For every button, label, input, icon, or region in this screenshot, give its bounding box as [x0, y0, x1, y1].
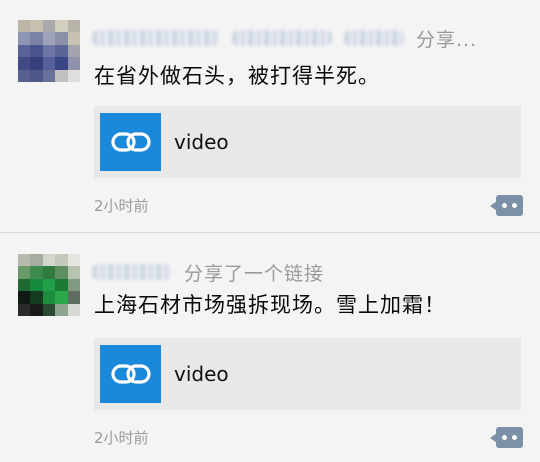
avatar-pixel — [55, 32, 68, 45]
avatar-pixel — [55, 20, 68, 33]
avatar-pixel — [18, 69, 31, 82]
avatar-pixel — [67, 266, 80, 279]
avatar-pixel — [67, 291, 80, 304]
link-icon — [100, 113, 161, 171]
comment-button[interactable] — [490, 195, 523, 216]
link-icon — [100, 345, 161, 403]
avatar-pixel — [30, 266, 43, 279]
avatar-pixel — [67, 57, 80, 70]
post-header: 分享... — [92, 22, 477, 54]
link-title: video — [174, 362, 229, 386]
link-title: video — [174, 130, 229, 154]
avatar-pixel — [42, 291, 56, 304]
avatar-pixel — [42, 57, 56, 70]
post-timestamp: 2小时前 — [94, 429, 149, 447]
avatar-pixel — [30, 278, 43, 292]
avatar-pixel — [18, 254, 31, 267]
author-name-blurred[interactable] — [92, 30, 220, 46]
share-label: 分享... — [416, 28, 478, 51]
avatar[interactable] — [18, 20, 80, 82]
avatar-pixel — [30, 291, 43, 304]
avatar-pixel — [55, 303, 68, 316]
avatar-pixel — [55, 254, 68, 267]
author-name-blurred — [232, 30, 332, 46]
moments-feed: 分享... 在省外做石头，被打得半死。 video 2小时前 分享了一个链接 上… — [0, 0, 540, 462]
avatar-pixel — [55, 266, 68, 279]
post-divider — [0, 232, 540, 233]
avatar-pixel — [30, 254, 43, 267]
feed-post: 分享了一个链接 上海石材市场强拆现场。雪上加霜！ video 2小时前 — [0, 234, 540, 462]
avatar-pixel — [55, 57, 68, 70]
avatar-pixel — [42, 278, 56, 292]
avatar-pixel — [67, 44, 80, 58]
avatar-pixel — [18, 291, 31, 304]
post-text: 上海石材市场强拆现场。雪上加霜！ — [94, 293, 446, 317]
avatar-pixel — [30, 69, 43, 82]
avatar-pixel — [55, 278, 68, 292]
avatar-pixel — [18, 57, 31, 70]
link-card[interactable]: video — [94, 338, 521, 410]
avatar-pixel — [42, 254, 56, 267]
author-name-blurred[interactable] — [92, 264, 172, 280]
avatar-pixel — [42, 32, 56, 45]
avatar-pixel — [18, 278, 31, 292]
comment-button[interactable] — [490, 427, 523, 448]
avatar-pixel — [42, 44, 56, 58]
avatar-pixel — [67, 254, 80, 267]
avatar-pixel — [42, 20, 56, 33]
avatar-pixel — [67, 278, 80, 292]
avatar-pixel — [67, 32, 80, 45]
avatar-pixel — [18, 266, 31, 279]
avatar-pixel — [18, 44, 31, 58]
avatar-pixel — [42, 266, 56, 279]
author-name-blurred — [344, 30, 404, 46]
avatar-pixel — [42, 69, 56, 82]
feed-post: 分享... 在省外做石头，被打得半死。 video 2小时前 — [0, 0, 540, 232]
avatar-pixel — [18, 32, 31, 45]
link-card[interactable]: video — [94, 106, 521, 178]
avatar-pixel — [18, 20, 31, 33]
avatar-pixel — [30, 20, 43, 33]
avatar[interactable] — [18, 254, 80, 316]
post-header: 分享了一个链接 — [92, 256, 324, 288]
avatar-pixel — [30, 44, 43, 58]
avatar-pixel — [55, 44, 68, 58]
share-label: 分享了一个链接 — [184, 262, 325, 285]
avatar-pixel — [30, 57, 43, 70]
avatar-pixel — [42, 303, 56, 316]
avatar-pixel — [55, 69, 68, 82]
post-timestamp: 2小时前 — [94, 197, 149, 215]
avatar-pixel — [30, 32, 43, 45]
avatar-pixel — [18, 303, 31, 316]
avatar-pixel — [30, 303, 43, 316]
avatar-pixel — [67, 303, 80, 316]
avatar-pixel — [55, 291, 68, 304]
avatar-pixel — [67, 20, 80, 33]
post-text: 在省外做石头，被打得半死。 — [94, 64, 380, 88]
avatar-pixel — [67, 69, 80, 82]
